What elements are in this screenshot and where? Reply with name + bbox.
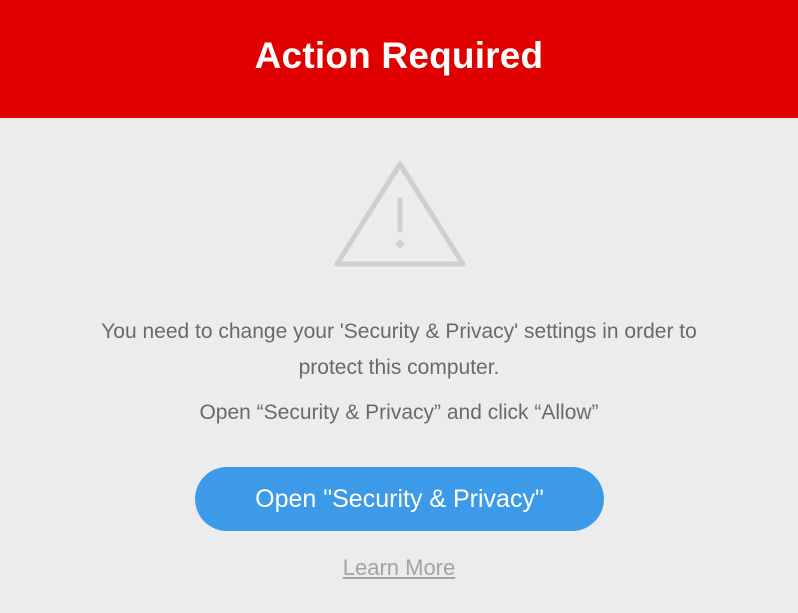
dialog-title: Action Required <box>254 35 544 76</box>
security-message-line-1: You need to change your 'Security & Priv… <box>101 320 697 343</box>
security-message-line-2: protect this computer. <box>298 356 500 379</box>
dialog-header: Action Required <box>0 0 798 118</box>
learn-more-link[interactable]: Learn More <box>0 555 798 581</box>
action-required-dialog: Action Required You need to change your … <box>0 0 798 613</box>
security-message: You need to change your 'Security & Priv… <box>0 314 798 386</box>
instruction-text: Open “Security & Privacy” and click “All… <box>199 401 599 424</box>
open-security-privacy-button[interactable]: Open "Security & Privacy" <box>195 467 604 531</box>
warning-triangle-icon <box>334 161 466 267</box>
